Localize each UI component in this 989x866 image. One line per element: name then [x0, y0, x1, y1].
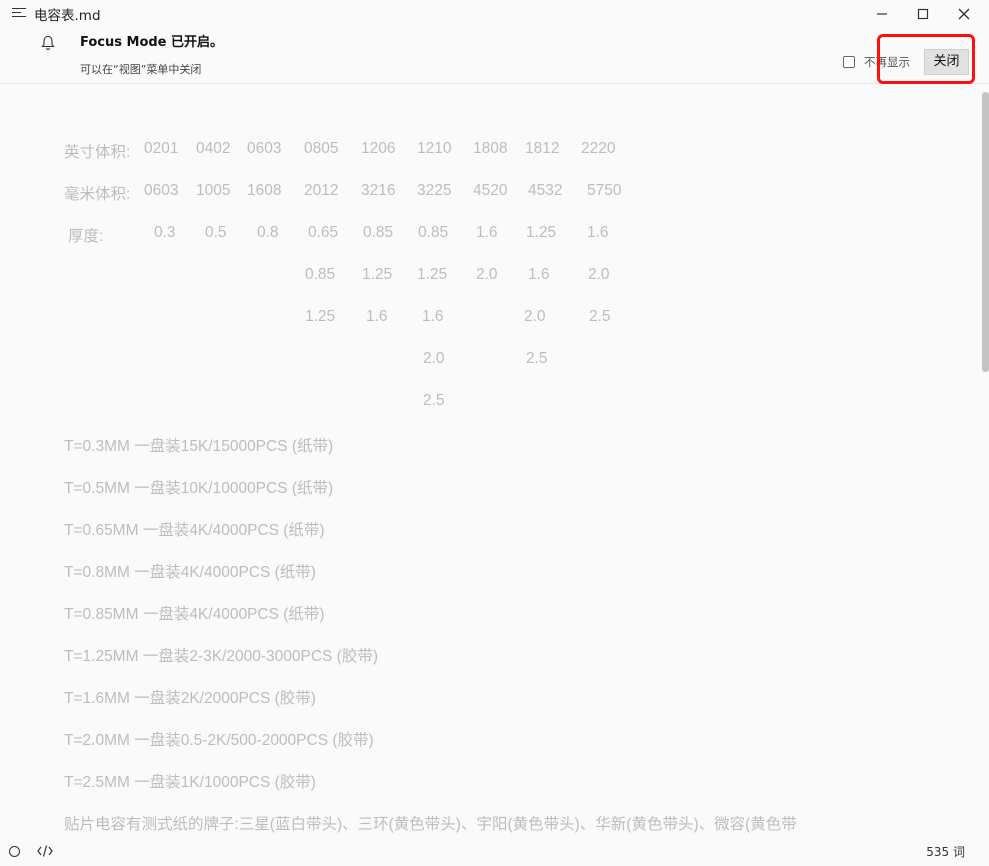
sidebar-toggle-icon[interactable]: [12, 7, 26, 19]
thickness-value: 0.85: [305, 266, 336, 283]
word-count[interactable]: 535 词: [926, 843, 965, 860]
inch-value: 1206: [361, 140, 396, 157]
editor-content[interactable]: 英寸体积: 0201 0402 0603 0805 1206 1210 1808…: [0, 85, 975, 835]
focus-mode-notification: Focus Mode 已开启。 可以在“视图”菜单中关闭 不再显示 关闭: [0, 28, 989, 84]
mm-label: 毫米体积:: [64, 186, 131, 203]
thickness-value: 1.6: [476, 224, 498, 241]
maximize-button[interactable]: [903, 0, 943, 28]
inch-value: 1808: [473, 140, 508, 157]
thickness-value: 1.6: [587, 224, 609, 241]
inch-value: 0201: [144, 140, 179, 157]
inch-label: 英寸体积:: [64, 144, 131, 161]
mm-value: 4532: [528, 182, 563, 199]
packaging-line: T=0.65MM 一盘装4K/4000PCS (纸带): [64, 522, 325, 539]
thickness-value: 0.85: [418, 224, 449, 241]
packaging-line: T=1.6MM 一盘装2K/2000PCS (胶带): [64, 690, 316, 707]
packaging-line: T=1.25MM 一盘装2-3K/2000-3000PCS (胶带): [64, 648, 378, 665]
outline-toggle-icon[interactable]: [9, 846, 20, 857]
inch-value: 1812: [525, 140, 560, 157]
scrollbar-thumb[interactable]: [982, 92, 989, 372]
thickness-value: 0.3: [154, 224, 176, 241]
source-code-icon[interactable]: [37, 844, 53, 858]
highlight-annotation: [877, 34, 975, 84]
thickness-value: 0.85: [363, 224, 394, 241]
dont-show-again-checkbox[interactable]: [843, 56, 855, 68]
minimize-button[interactable]: [862, 0, 902, 28]
thickness-value: 2.0: [423, 350, 445, 367]
minimize-icon: [877, 13, 887, 15]
mm-value: 5750: [587, 182, 622, 199]
status-bar: 535 词: [0, 838, 989, 866]
app-window: 电容表.md Focus Mode 已开启。 可以在“视图”菜单中关闭 不再显示…: [0, 0, 989, 866]
notification-subtitle: 可以在“视图”菜单中关闭: [80, 63, 202, 76]
thickness-value: 0.8: [257, 224, 279, 241]
close-icon: [958, 8, 970, 20]
packaging-line: T=0.3MM 一盘装15K/15000PCS (纸带): [64, 438, 334, 455]
title-bar: 电容表.md: [0, 0, 989, 28]
thickness-value: 1.25: [305, 308, 336, 325]
thickness-value: 2.0: [588, 266, 610, 283]
thickness-label: 厚度:: [68, 228, 104, 245]
inch-value: 0805: [304, 140, 339, 157]
bell-icon: [41, 35, 55, 51]
thickness-value: 2.5: [589, 308, 611, 325]
thickness-value: 1.25: [417, 266, 448, 283]
inch-value: 2220: [581, 140, 616, 157]
thickness-value: 1.25: [526, 224, 557, 241]
mm-value: 3216: [361, 182, 396, 199]
mm-value: 3225: [417, 182, 452, 199]
document-title: 电容表.md: [34, 8, 101, 24]
notification-title: Focus Mode 已开启。: [80, 35, 224, 50]
maximize-icon: [917, 8, 929, 20]
mm-value: 4520: [473, 182, 508, 199]
packaging-line: T=0.5MM 一盘装10K/10000PCS (纸带): [64, 480, 334, 497]
packaging-line: T=2.5MM 一盘装1K/1000PCS (胶带): [64, 774, 316, 791]
thickness-value: 0.5: [205, 224, 227, 241]
thickness-value: 1.6: [366, 308, 388, 325]
close-window-button[interactable]: [944, 0, 984, 28]
packaging-line: T=2.0MM 一盘装0.5-2K/500-2000PCS (胶带): [64, 732, 374, 749]
thickness-value: 1.6: [422, 308, 444, 325]
inch-value: 1210: [417, 140, 452, 157]
thickness-value: 2.0: [524, 308, 546, 325]
mm-value: 0603: [144, 182, 179, 199]
packaging-line: T=0.85MM 一盘装4K/4000PCS (纸带): [64, 606, 325, 623]
thickness-value: 2.0: [476, 266, 498, 283]
thickness-value: 2.5: [526, 350, 548, 367]
mm-value: 1608: [247, 182, 282, 199]
packaging-line: T=0.8MM 一盘装4K/4000PCS (纸带): [64, 564, 316, 581]
thickness-value: 1.25: [362, 266, 393, 283]
inch-value: 0603: [247, 140, 282, 157]
thickness-value: 2.5: [423, 392, 445, 409]
inch-value: 0402: [196, 140, 231, 157]
thickness-value: 0.65: [308, 224, 339, 241]
brands-paragraph: 贴片电容有测式纸的牌子:三星(蓝白带头)、三环(黄色带头)、宇阳(黄色带头)、华…: [64, 816, 797, 833]
mm-value: 1005: [196, 182, 231, 199]
thickness-value: 1.6: [528, 266, 550, 283]
mm-value: 2012: [304, 182, 339, 199]
